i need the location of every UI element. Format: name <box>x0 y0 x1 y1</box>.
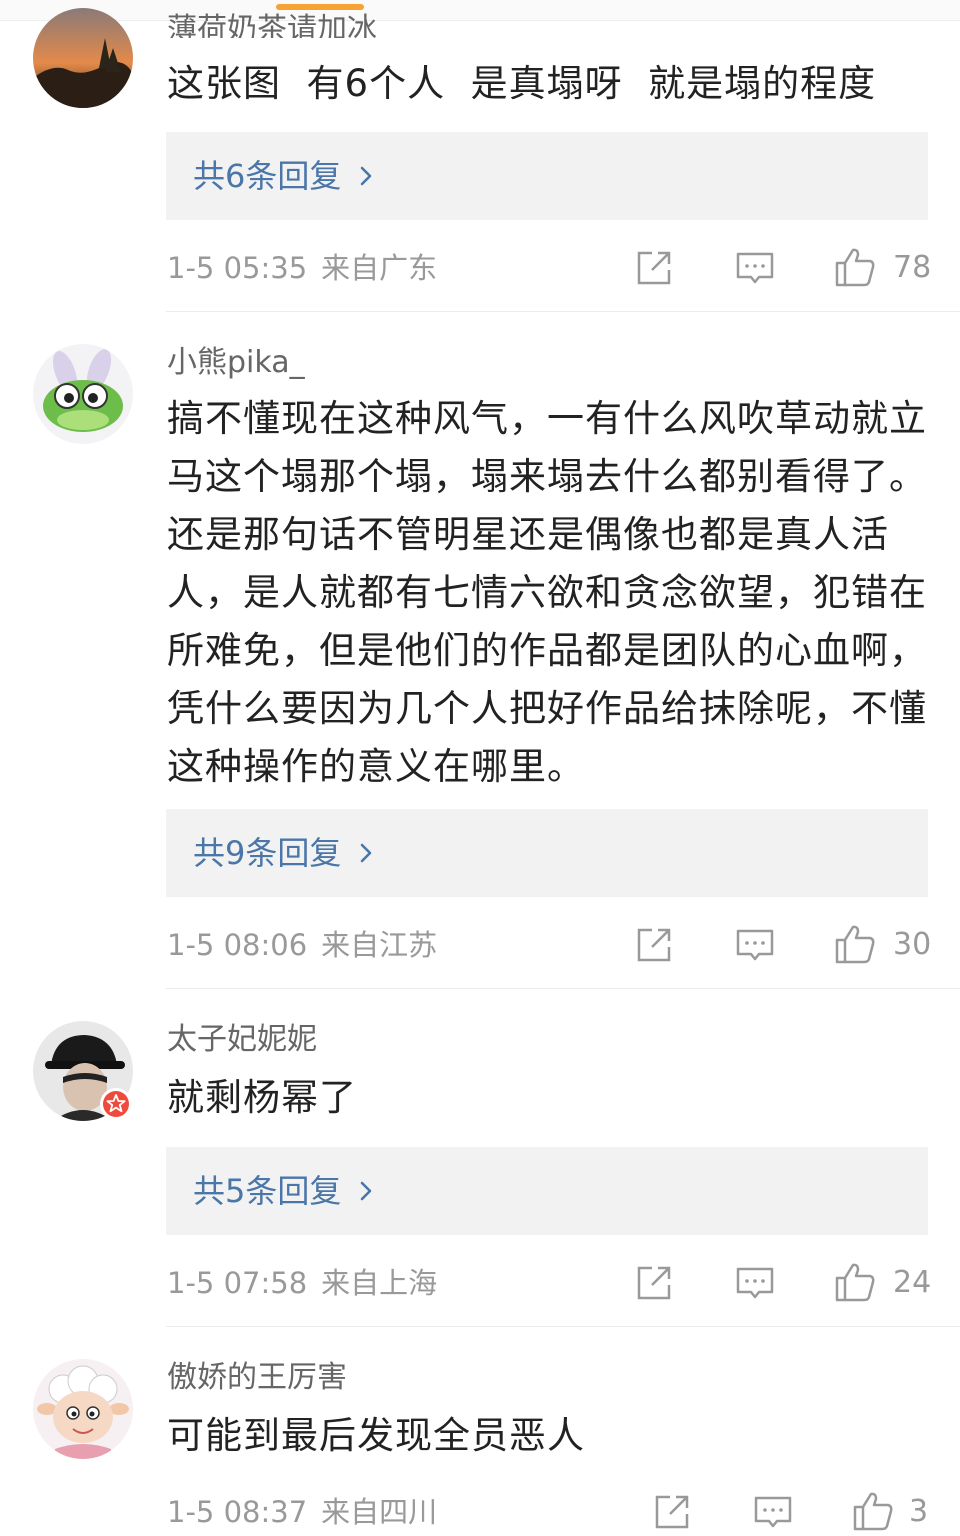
comment-icon[interactable] <box>735 925 775 965</box>
thumbs-up-icon[interactable] <box>834 923 876 965</box>
reply-count-label: 共9条回复 <box>193 834 342 872</box>
comment-time: 1-5 07:58 <box>167 1266 308 1300</box>
reply-count-label: 共6条回复 <box>193 157 342 195</box>
share-icon[interactable] <box>634 925 674 965</box>
sheep-avatar-icon[interactable] <box>33 1359 133 1459</box>
divider <box>166 311 960 312</box>
frog-avatar-icon[interactable] <box>33 344 133 444</box>
comment-meta: 1-5 05:35 来自广东 <box>167 250 437 286</box>
like-count: 3 <box>909 1494 929 1529</box>
share-icon[interactable] <box>652 1492 692 1532</box>
chevron-right-icon <box>359 833 373 873</box>
share-icon[interactable] <box>634 248 674 288</box>
like-count: 78 <box>893 250 932 285</box>
comment-text: 可能到最后发现全员恶人 <box>167 1414 585 1457</box>
view-replies-link[interactable]: 共6条回复 <box>193 156 373 196</box>
comment-time: 1-5 08:06 <box>167 928 308 962</box>
comment-username[interactable]: 薄荷奶茶请加冰 <box>167 12 377 38</box>
chevron-right-icon <box>359 1171 373 1211</box>
comment-username[interactable]: 太子妃妮妮 <box>167 1022 317 1058</box>
verified-badge-icon <box>99 1087 133 1121</box>
share-icon[interactable] <box>634 1263 674 1303</box>
like-count: 30 <box>893 927 932 962</box>
divider <box>166 1326 960 1327</box>
comment-meta: 1-5 07:58 来自上海 <box>167 1265 437 1301</box>
comment-icon[interactable] <box>735 1263 775 1303</box>
divider <box>166 988 960 989</box>
comment-location: 来自广东 <box>321 251 438 285</box>
comment-username[interactable]: 小熊pika_ <box>167 345 305 381</box>
view-replies-link[interactable]: 共5条回复 <box>193 1171 373 1211</box>
comment-meta: 1-5 08:37 来自四川 <box>167 1494 437 1530</box>
comment-text: 搞不懂现在这种风气，一有什么风吹草动就立马这个塌那个塌，塌来塌去什么都别看得了。… <box>167 397 927 788</box>
thumbs-up-icon[interactable] <box>852 1490 894 1532</box>
comment-icon[interactable] <box>753 1492 793 1532</box>
reply-box[interactable]: 共5条回复 <box>166 1147 928 1235</box>
view-replies-link[interactable]: 共9条回复 <box>193 833 373 873</box>
reply-box[interactable]: 共9条回复 <box>166 809 928 897</box>
comment-location: 来自四川 <box>321 1495 438 1529</box>
comment-time: 1-5 05:35 <box>167 251 308 285</box>
comment-text: 就剩杨幂了 <box>167 1076 357 1119</box>
comment-text: 这张图 有6个人 是真塌呀 就是塌的程度 <box>167 62 877 105</box>
top-bar <box>0 0 960 21</box>
comment-icon[interactable] <box>735 248 775 288</box>
tab-indicator <box>276 4 364 10</box>
chevron-right-icon <box>359 156 373 196</box>
thumbs-up-icon[interactable] <box>834 1261 876 1303</box>
comment-location: 来自上海 <box>321 1266 438 1300</box>
reply-box[interactable]: 共6条回复 <box>166 132 928 220</box>
reply-count-label: 共5条回复 <box>193 1172 342 1210</box>
comment-username[interactable]: 傲娇的王厉害 <box>167 1360 347 1396</box>
comment-meta: 1-5 08:06 来自江苏 <box>167 927 437 963</box>
thumbs-up-icon[interactable] <box>834 246 876 288</box>
sunset-avatar-icon[interactable] <box>33 8 133 108</box>
comment-time: 1-5 08:37 <box>167 1495 308 1529</box>
like-count: 24 <box>893 1265 932 1300</box>
comment-location: 来自江苏 <box>321 928 438 962</box>
